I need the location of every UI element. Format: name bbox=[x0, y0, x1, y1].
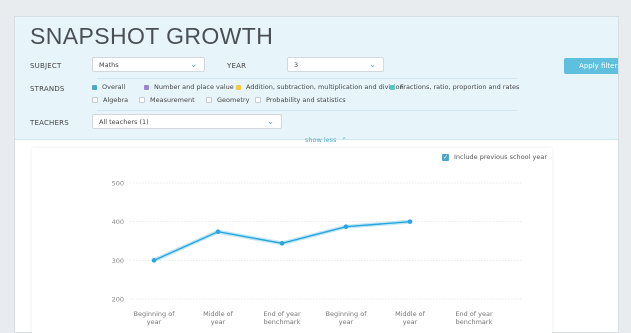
x-tick-label: Beginning of year bbox=[325, 310, 367, 326]
y-tick-label: 500 bbox=[112, 180, 124, 188]
data-point[interactable] bbox=[343, 224, 349, 229]
data-point[interactable] bbox=[407, 219, 413, 224]
growth-line-chart: 200 300 400 500 Beginning of year Middle of ye… bbox=[112, 180, 523, 326]
x-tick-label: End of year benchmark bbox=[455, 310, 493, 326]
y-tick-label: 400 bbox=[112, 218, 124, 226]
x-tick-label: Beginning of year bbox=[133, 310, 175, 326]
x-tick-label: End of year benchmark bbox=[263, 310, 301, 326]
x-tick-label: Middle of year bbox=[395, 310, 426, 326]
data-point[interactable] bbox=[215, 229, 221, 235]
series-line-glow bbox=[153, 219, 411, 263]
x-tick-label: Middle of year bbox=[203, 310, 234, 326]
data-point[interactable] bbox=[279, 241, 285, 246]
y-tick-label: 300 bbox=[112, 257, 124, 265]
y-tick-label: 200 bbox=[112, 296, 124, 304]
data-point[interactable] bbox=[151, 258, 157, 263]
